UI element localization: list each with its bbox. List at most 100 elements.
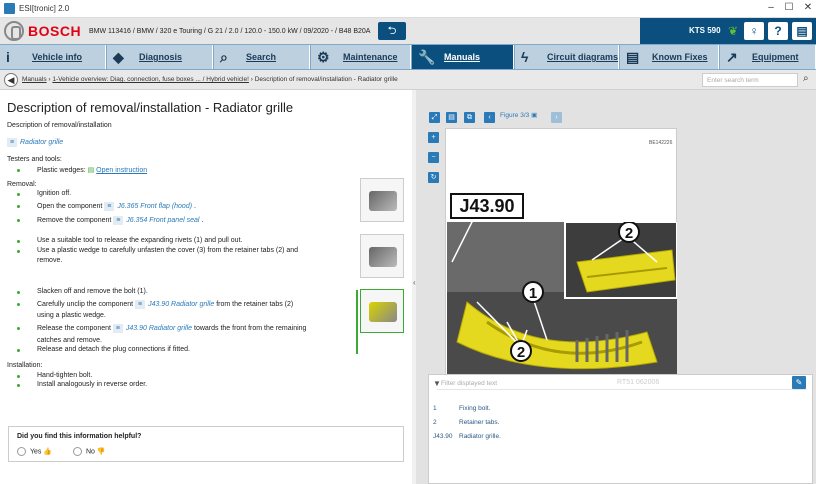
- document-icon[interactable]: ▤: [446, 112, 457, 123]
- thumbnail-image: [369, 191, 397, 211]
- step-5: Use a plastic wedge to carefully unfaste…: [37, 247, 299, 254]
- marker-2: 2: [625, 225, 633, 242]
- bullet: [17, 384, 20, 387]
- prev-figure-icon[interactable]: ‹: [484, 112, 495, 123]
- pdf-icon: ▤: [87, 167, 95, 174]
- back-arrow-icon[interactable]: ◀: [4, 73, 18, 87]
- tab-vehicle-info[interactable]: i Vehicle info: [0, 45, 106, 69]
- callout-label: J43.90: [450, 193, 524, 219]
- step-text: towards the front from the remaining: [194, 325, 307, 332]
- lightning-icon: ϟ: [521, 49, 529, 65]
- search-icon[interactable]: ⌕: [803, 73, 809, 84]
- device-panel: KTS 590 ❦ ♀ ? ▤: [640, 18, 816, 44]
- breadcrumb-link-manuals[interactable]: Manuals: [22, 76, 47, 83]
- figure-thumbnail-3[interactable]: [360, 289, 404, 333]
- bullet: [17, 193, 20, 196]
- tab-label: Maintenance: [343, 52, 398, 62]
- brand-name: BOSCH: [28, 23, 82, 39]
- user-icon[interactable]: ♀: [744, 22, 764, 40]
- vehicle-back-button[interactable]: ⮌: [378, 22, 406, 40]
- tab-label: Equipment: [752, 52, 799, 62]
- ref-front-flap[interactable]: J6.365 Front flap (hood): [117, 203, 192, 210]
- tab-circuit-diagrams[interactable]: ϟ Circuit diagrams: [515, 45, 619, 69]
- external-link-icon: ↗: [726, 49, 738, 65]
- legend-row: J43.90 Radiator grille.: [433, 433, 501, 440]
- rotate-icon[interactable]: ↻: [428, 172, 439, 183]
- tab-diagnosis[interactable]: ◆ Diagnosis: [107, 45, 213, 69]
- document-icon: ▤: [626, 49, 640, 65]
- maximize-button[interactable]: ☐: [782, 2, 796, 13]
- page-title: Description of removal/installation - Ra…: [7, 100, 294, 115]
- wrench-icon: 🔧: [418, 49, 436, 65]
- bullet: [17, 205, 20, 208]
- tool-label: Plastic wedges:: [37, 167, 86, 174]
- tab-equipment[interactable]: ↗ Equipment: [720, 45, 816, 69]
- figure-code: BE142226: [649, 140, 673, 146]
- bullet: [17, 169, 20, 172]
- figure-thumbnail-1[interactable]: [360, 178, 404, 222]
- tab-label: Circuit diagrams: [547, 52, 619, 62]
- help-icon[interactable]: ?: [768, 22, 788, 40]
- bosch-logo-icon: [4, 21, 24, 41]
- window-titlebar: ESI[tronic] 2.0 – ☐ ✕: [0, 0, 816, 18]
- step-7-cont: using a plastic wedge.: [37, 312, 106, 319]
- next-figure-icon[interactable]: ›: [551, 112, 562, 123]
- feedback-box: Did you find this information helpful? Y…: [8, 426, 404, 462]
- tab-label: Manuals: [444, 52, 481, 62]
- document-panel: Description of removal/installation - Ra…: [0, 90, 412, 484]
- tab-search[interactable]: ⌕ Search: [214, 45, 310, 69]
- radio-no[interactable]: [73, 447, 82, 456]
- open-instruction-link[interactable]: Open instruction: [96, 167, 147, 174]
- legend-text: Radiator grille.: [459, 433, 501, 440]
- ref-front-panel-seal[interactable]: J6.354 Front panel seal: [126, 217, 199, 224]
- installation-heading: Installation:: [7, 362, 43, 369]
- zoom-in-icon[interactable]: +: [428, 132, 439, 143]
- bullet: [17, 250, 20, 253]
- copy-icon[interactable]: ⧉: [464, 112, 475, 123]
- filter-input[interactable]: [441, 377, 781, 390]
- marker-1: 1: [529, 285, 537, 302]
- figure-thumbnail-2[interactable]: [360, 234, 404, 278]
- feedback-no-option[interactable]: No 👎: [73, 447, 106, 456]
- active-step-indicator: [356, 290, 358, 354]
- component-ref[interactable]: ≡ Radiator grille: [7, 138, 63, 147]
- step-9: Release and detach the plug connections …: [37, 346, 190, 353]
- menu-icon: ≡: [104, 202, 115, 211]
- edit-icon[interactable]: ✎: [792, 376, 806, 389]
- breadcrumb: Manuals › 1-Vehicle overview: Diag. conn…: [22, 76, 398, 83]
- breadcrumb-link-overview[interactable]: 1-Vehicle overview: Diag. connection, fu…: [52, 76, 249, 83]
- tab-known-fixes[interactable]: ▤ Known Fixes: [620, 45, 719, 69]
- app-icon: [4, 3, 15, 14]
- thumbs-up-icon: 👍: [43, 448, 53, 456]
- feedback-yes-option[interactable]: Yes 👍: [17, 447, 52, 456]
- step-1: Ignition off.: [37, 190, 72, 197]
- minimize-button[interactable]: –: [764, 2, 778, 13]
- menu-icon: ≡: [112, 324, 123, 333]
- fullscreen-icon[interactable]: ⤢: [429, 112, 440, 123]
- figure-image: 1 2 2: [447, 222, 677, 374]
- ref-radiator-grille[interactable]: J43.90 Radiator grille: [148, 301, 214, 308]
- tab-label: Diagnosis: [139, 52, 183, 62]
- close-button[interactable]: ✕: [801, 2, 815, 13]
- radio-yes[interactable]: [17, 447, 26, 456]
- feedback-no-label: No: [86, 448, 95, 456]
- tab-label: Search: [246, 52, 277, 62]
- tab-manuals[interactable]: 🔧 Manuals: [412, 45, 514, 69]
- main-nav: i Vehicle info ◆ Diagnosis ⌕ Search ⚙ Ma…: [0, 44, 816, 70]
- search-input[interactable]: [702, 73, 798, 87]
- step-7: Carefully unclip the component ≡ J43.90 R…: [37, 300, 293, 309]
- install-step-2: Install analogously in reverse order.: [37, 381, 148, 388]
- breadcrumb-current: Description of removal/installation - Ra…: [254, 76, 398, 83]
- tab-maintenance[interactable]: ⚙ Maintenance: [311, 45, 411, 69]
- zoom-out-icon[interactable]: −: [428, 152, 439, 163]
- image-icon: ▣: [531, 112, 538, 119]
- vehicle-info-text: BMW 113416 / BMW / 320 e Touring / G 21 …: [89, 28, 371, 35]
- bullet: [17, 375, 20, 378]
- marker-2: 2: [517, 344, 525, 361]
- removal-heading: Removal:: [7, 181, 37, 188]
- print-icon[interactable]: ▤: [792, 22, 812, 40]
- testers-heading: Testers and tools:: [7, 156, 62, 163]
- step-8: Release the component ≡ J43.90 Radiator g…: [37, 324, 306, 333]
- step-6: Slacken off and remove the bolt (1).: [37, 288, 148, 295]
- ref-radiator-grille[interactable]: J43.90 Radiator grille: [126, 325, 192, 332]
